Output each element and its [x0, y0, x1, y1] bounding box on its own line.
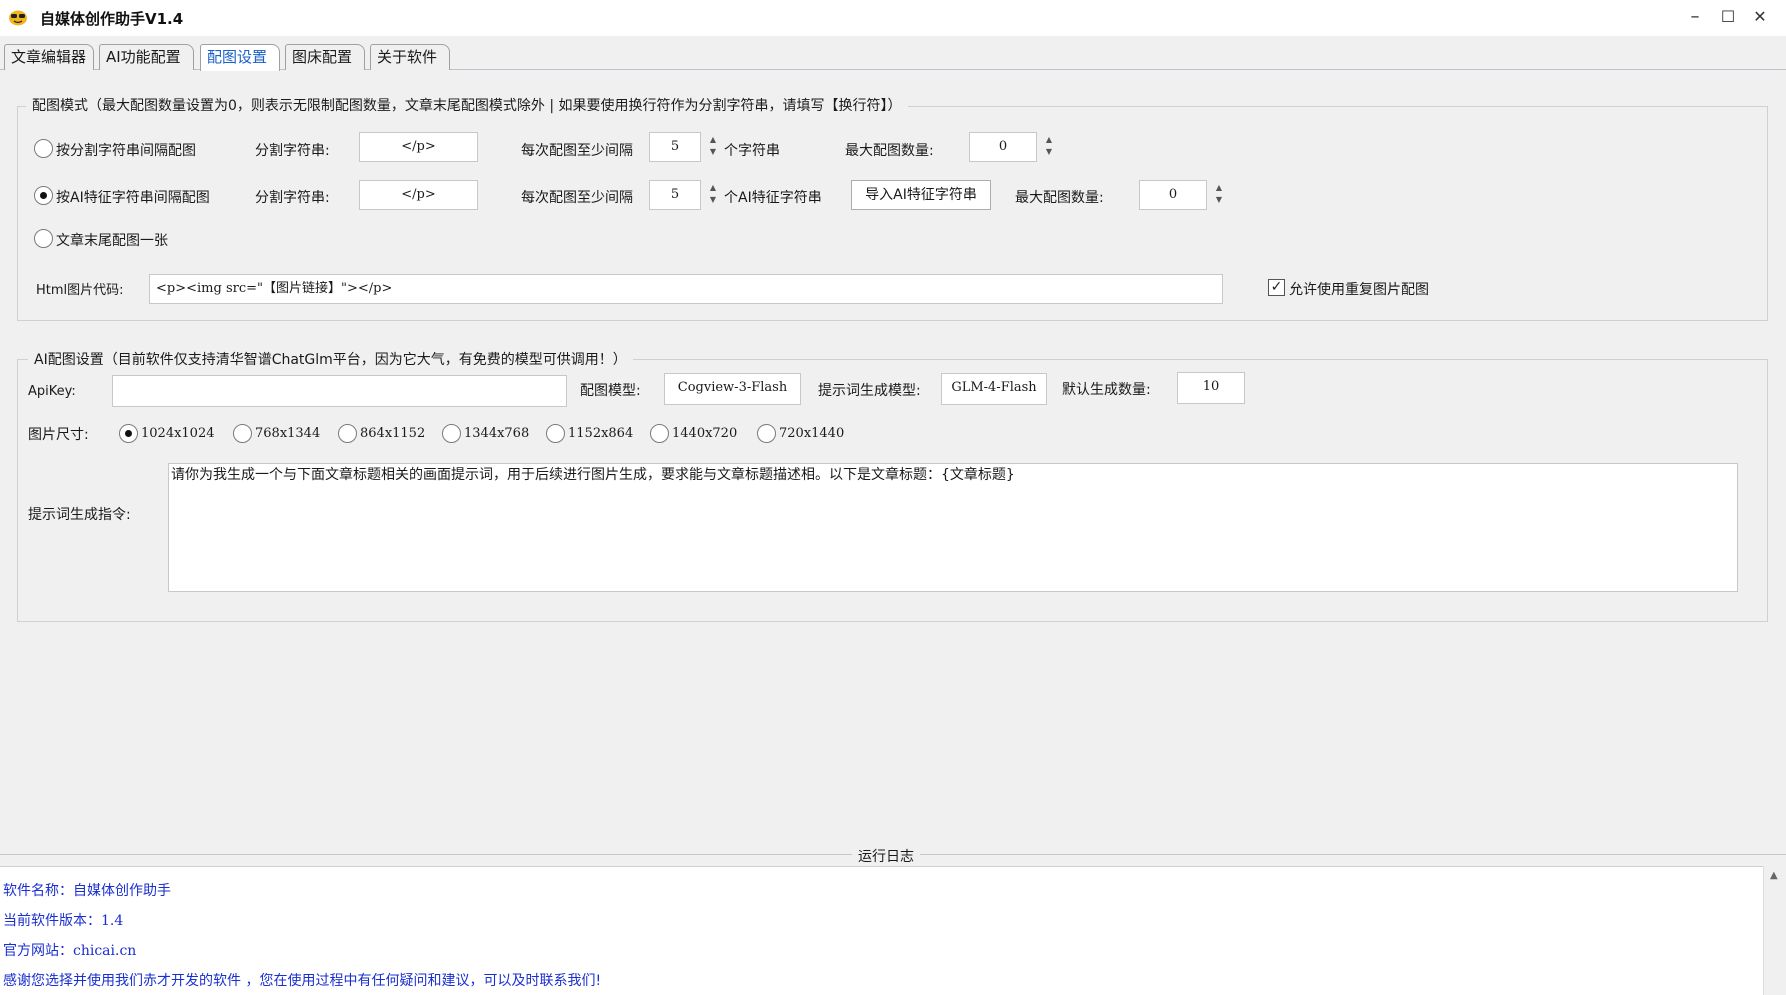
interval-spinner-icon-2[interactable]: ▲ ▼: [707, 182, 719, 210]
html-code-input[interactable]: <p><img src="【图片链接】"></p>: [149, 274, 1223, 304]
prompt-instruction-textarea[interactable]: 请你为我生成一个与下面文章标题相关的画面提示词，用于后续进行图片生成，要求能与文…: [168, 463, 1738, 592]
maximize-button[interactable]: ☐: [1713, 4, 1743, 30]
size-option-label: 720x1440: [779, 426, 845, 441]
size-option-label: 1440x720: [672, 426, 738, 441]
interval-input[interactable]: 5: [649, 132, 701, 162]
interval-label-2: 每次配图至少间隔: [521, 190, 633, 206]
prompt-model-label: 提示词生成模型:: [818, 383, 921, 399]
tab-bar: 文章编辑器 AI功能配置 配图设置 图床配置 关于软件: [0, 44, 1786, 71]
allow-repeat-checkbox[interactable]: ✓: [1268, 279, 1285, 296]
import-ai-string-button[interactable]: 导入AI特征字符串: [851, 180, 991, 210]
radio-size-1440x720[interactable]: [650, 424, 669, 443]
interval-label: 每次配图至少间隔: [521, 143, 633, 159]
tab-article-editor[interactable]: 文章编辑器: [4, 44, 94, 70]
interval-unit-label-2: 个AI特征字符串: [724, 190, 822, 206]
size-option-label: 1024x1024: [141, 426, 215, 441]
interval-spinner-icon[interactable]: ▲ ▼: [707, 134, 719, 162]
split-mode-label: 按分割字符串间隔配图: [56, 143, 196, 159]
app-logo-icon: [9, 10, 27, 26]
radio-size-864x1152[interactable]: [338, 424, 357, 443]
interval-input-2[interactable]: 5: [649, 180, 701, 210]
ai-image-legend: AI配图设置（目前软件仅支持清华智谱ChatGlm平台，因为它大气，有免费的模型…: [28, 349, 633, 369]
scroll-up-icon[interactable]: ▲: [1770, 870, 1778, 881]
size-option-label: 1152x864: [568, 426, 634, 441]
tab-ai-config[interactable]: AI功能配置: [99, 44, 194, 70]
radio-split-mode[interactable]: [34, 139, 53, 158]
radio-size-768x1344[interactable]: [233, 424, 252, 443]
tab-image-host[interactable]: 图床配置: [285, 44, 365, 70]
size-option-label: 768x1344: [255, 426, 321, 441]
close-button[interactable]: ✕: [1745, 4, 1775, 30]
title-bar: 自媒体创作助手V1.4 – ☐ ✕: [0, 0, 1786, 36]
radio-ai-mode[interactable]: [34, 186, 53, 205]
prompt-instruction-label: 提示词生成指令:: [28, 507, 131, 523]
radio-size-1024x1024[interactable]: [119, 424, 138, 443]
log-title: 运行日志: [852, 846, 920, 866]
split-string-input[interactable]: </p>: [359, 132, 478, 162]
apikey-label: ApiKey:: [28, 384, 76, 399]
model-select[interactable]: Cogview-3-Flash: [664, 373, 801, 405]
image-size-label: 图片尺寸:: [28, 427, 89, 443]
max-count-label-2: 最大配图数量:: [1015, 190, 1104, 206]
radio-end-mode[interactable]: [34, 229, 53, 248]
log-line: 感谢您选择并使用我们赤才开发的软件 ，您在使用过程中有任何疑问和建议，可以及时联…: [3, 973, 602, 989]
split-string-label-2: 分割字符串:: [255, 190, 330, 206]
log-scrollbar[interactable]: ▲: [1763, 866, 1786, 995]
split-string-input-2[interactable]: </p>: [359, 180, 478, 210]
minimize-button[interactable]: –: [1680, 4, 1710, 30]
image-mode-legend: 配图模式（最大配图数量设置为0，则表示无限制配图数量，文章末尾配图模式除外 | …: [26, 95, 908, 115]
prompt-model-select[interactable]: GLM-4-Flash: [941, 373, 1047, 405]
default-count-input[interactable]: 10: [1177, 372, 1245, 404]
interval-unit-label: 个字符串: [724, 143, 780, 159]
log-line: 当前软件版本：1.4: [3, 913, 124, 929]
max-count-input[interactable]: 0: [969, 132, 1037, 162]
radio-size-1344x768[interactable]: [442, 424, 461, 443]
split-string-label: 分割字符串:: [255, 143, 330, 159]
max-count-spinner-icon-2[interactable]: ▲ ▼: [1213, 182, 1225, 210]
size-option-label: 864x1152: [360, 426, 426, 441]
model-label: 配图模型:: [580, 383, 641, 399]
radio-size-1152x864[interactable]: [546, 424, 565, 443]
log-line: 官方网站：chicai.cn: [3, 943, 137, 959]
max-count-spinner-icon[interactable]: ▲ ▼: [1043, 134, 1055, 162]
end-mode-label: 文章末尾配图一张: [56, 233, 168, 249]
tab-about[interactable]: 关于软件: [370, 44, 450, 70]
radio-size-720x1440[interactable]: [757, 424, 776, 443]
tab-image-settings[interactable]: 配图设置: [200, 44, 280, 71]
default-count-label: 默认生成数量:: [1062, 382, 1151, 398]
html-code-label: Html图片代码:: [36, 283, 124, 298]
window-title: 自媒体创作助手V1.4: [40, 10, 184, 28]
max-count-input-2[interactable]: 0: [1139, 180, 1207, 210]
ai-mode-label: 按AI特征字符串间隔配图: [56, 190, 210, 206]
apikey-input[interactable]: [112, 375, 567, 407]
size-option-label: 1344x768: [464, 426, 530, 441]
log-panel: 软件名称：自媒体创作助手 当前软件版本：1.4 官方网站：chicai.cn 感…: [0, 866, 1763, 995]
allow-repeat-label: 允许使用重复图片配图: [1289, 282, 1429, 298]
max-count-label: 最大配图数量:: [845, 143, 934, 159]
log-line: 软件名称：自媒体创作助手: [3, 883, 171, 899]
